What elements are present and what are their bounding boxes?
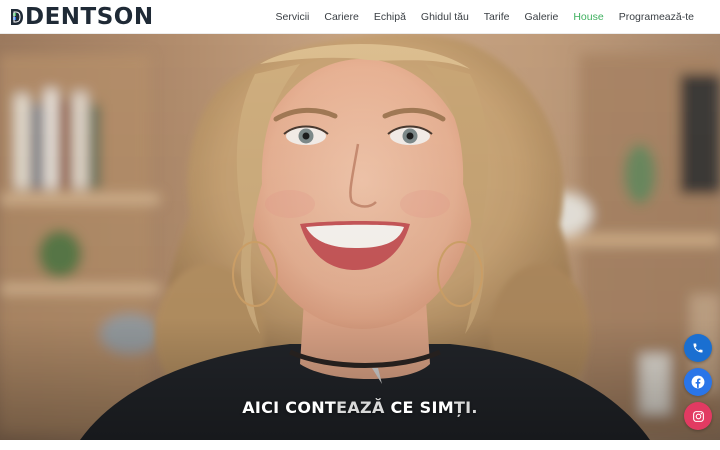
main-nav: Servicii Cariere Echipă Ghidul tău Tarif…	[261, 0, 694, 34]
nav-item-cariere[interactable]: Cariere	[324, 11, 358, 23]
instagram-icon	[692, 410, 704, 422]
headline-part-3: CE SIM	[384, 398, 454, 417]
headline-part-4: ȚI.	[453, 398, 478, 417]
hero-headline: AICI CONTEAZĂ CE SIMȚI.	[0, 398, 720, 417]
nav-item-galerie[interactable]: Galerie	[524, 11, 558, 23]
phone-button[interactable]	[684, 334, 712, 362]
nav-item-echipa[interactable]: Echipă	[374, 11, 406, 23]
facebook-icon	[691, 375, 705, 389]
nav-item-tarife[interactable]: Tarife	[484, 11, 510, 23]
logo-text: DENTSON	[25, 4, 154, 30]
phone-icon	[693, 343, 703, 353]
us-flag-icon[interactable]	[685, 13, 693, 18]
nav-item-programeaza-te[interactable]: Programează-te	[619, 11, 694, 23]
instagram-button[interactable]	[684, 402, 712, 430]
site-header: DENTSON Servicii Cariere Echipă Ghidul t…	[0, 0, 720, 34]
dentson-logo[interactable]: DENTSON	[10, 5, 154, 29]
headline-part-2: EAZĂ	[336, 398, 385, 417]
facebook-button[interactable]	[684, 368, 712, 396]
logo-mark-icon	[10, 6, 24, 28]
nav-item-servicii[interactable]: Servicii	[276, 11, 310, 23]
nav-item-ghidul-tau[interactable]: Ghidul tău	[421, 11, 469, 23]
nav-item-house[interactable]: House	[573, 11, 603, 23]
headline-part-1: AICI CONT	[242, 398, 337, 417]
hero-section: AICI CONTEAZĂ CE SIMȚI.	[0, 34, 720, 440]
page-bottom	[0, 440, 720, 450]
hero-photo	[0, 34, 720, 440]
